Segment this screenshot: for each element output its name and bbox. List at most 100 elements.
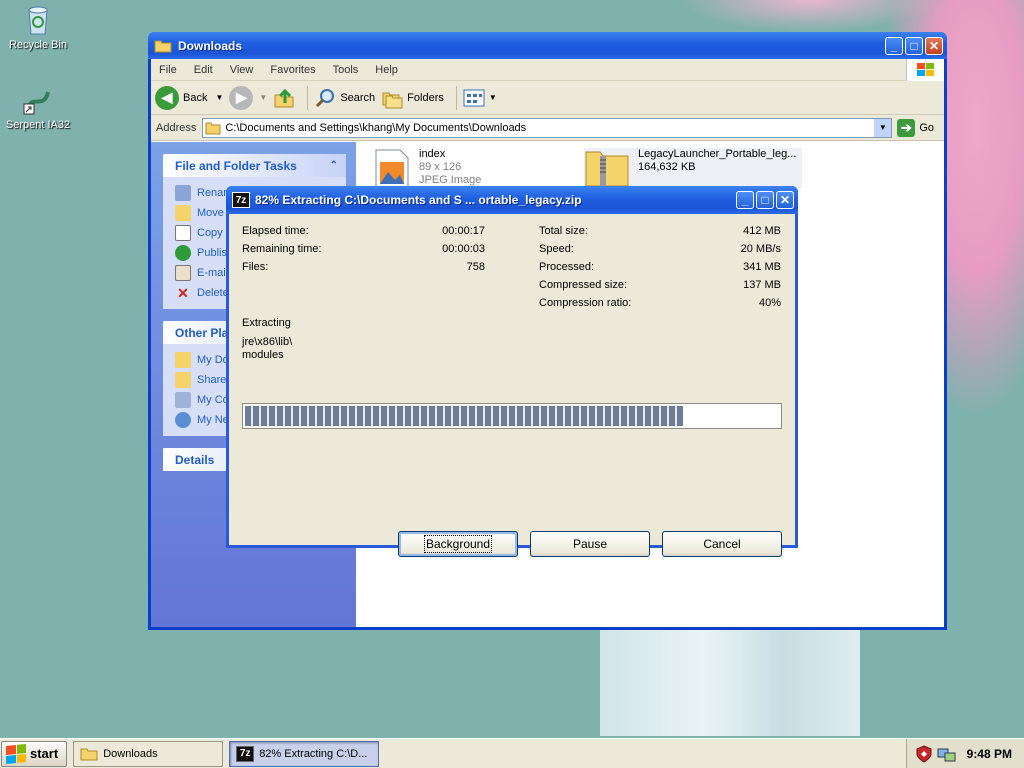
zip-folder-icon [585, 151, 629, 187]
close-button[interactable]: ✕ [925, 37, 943, 55]
windows-logo-icon [906, 59, 944, 81]
place-label: Share [197, 374, 227, 386]
stat-label-elapsed: Elapsed time: [242, 225, 309, 237]
toolbar-separator [455, 85, 457, 110]
stat-value-compressed-size: 137 MB [743, 279, 781, 291]
file-name: LegacyLauncher_Portable_leg... [638, 148, 797, 160]
stat-label-total-size: Total size: [539, 225, 588, 237]
stat-label-compression-ratio: Compression ratio: [539, 297, 632, 309]
current-file-name: modules [242, 349, 284, 361]
maximize-button[interactable]: □ [905, 37, 923, 55]
address-input[interactable]: C:\Documents and Settings\khang\My Docum… [202, 117, 893, 138]
stat-label-processed: Processed: [539, 261, 595, 273]
clock[interactable]: 9:48 PM [967, 747, 1012, 761]
close-button[interactable]: ✕ [776, 191, 794, 209]
panel-title: File and Folder Tasks [175, 158, 297, 173]
serpent-shortcut-icon [22, 84, 54, 116]
stat-label-speed: Speed: [539, 243, 574, 255]
task-label: Move [197, 207, 224, 219]
dialog-title: 82% Extracting C:\Documents and S ... or… [255, 193, 582, 207]
shared-folder-icon [175, 372, 191, 388]
task-label: E-mail [197, 267, 229, 279]
minimize-button[interactable]: _ [885, 37, 903, 55]
my-network-icon [175, 412, 191, 428]
rename-icon [175, 185, 191, 201]
background-button-label: Background [423, 535, 493, 553]
address-dropdown-icon[interactable]: ▼ [874, 118, 892, 137]
pause-button[interactable]: Pause [530, 531, 650, 557]
stat-label-remaining: Remaining time: [242, 243, 322, 255]
menu-help[interactable]: Help [375, 64, 398, 76]
stat-value-compression-ratio: 40% [758, 297, 781, 309]
menu-view[interactable]: View [230, 64, 254, 76]
folders-button[interactable]: Folders [381, 87, 444, 109]
menu-tools[interactable]: Tools [333, 64, 359, 76]
forward-dropdown-icon[interactable]: ▼ [259, 93, 267, 102]
my-computer-icon [175, 392, 191, 408]
up-folder-button[interactable] [273, 87, 295, 109]
background-button[interactable]: Background [398, 531, 518, 557]
desktop-icon-label: Recycle Bin [8, 39, 68, 51]
menu-edit[interactable]: Edit [194, 64, 213, 76]
taskbar: start Downloads 7z 82% Extracting C:\D..… [0, 738, 1024, 768]
move-icon [175, 205, 191, 221]
taskbar-item-downloads[interactable]: Downloads [73, 740, 224, 767]
network-status-icon[interactable] [937, 745, 957, 763]
desktop-icon-serpent[interactable]: Serpent IA32 [0, 84, 76, 131]
up-folder-icon [274, 88, 294, 107]
back-arrow-icon: ◀ [155, 85, 179, 110]
folders-icon [382, 92, 403, 108]
progress-fill [245, 406, 683, 426]
back-label: Back [183, 91, 208, 104]
email-icon [175, 265, 191, 281]
collapse-chevron-icon[interactable]: ⌃ [330, 160, 338, 171]
file-size: 164,632 KB [638, 161, 696, 173]
forward-arrow-icon: ▶ [229, 85, 254, 110]
go-button[interactable]: ➔ Go [897, 118, 934, 137]
task-label: Renar [197, 187, 227, 199]
maximize-button[interactable]: □ [756, 191, 774, 209]
publish-globe-icon [175, 245, 191, 261]
file-folder-tasks-header[interactable]: File and Folder Tasks ⌃ [163, 154, 346, 177]
forward-button[interactable]: ▶ ▼ [229, 85, 267, 110]
menu-bar: File Edit View Favorites Tools Help [151, 59, 944, 81]
task-label: Delete [197, 287, 229, 299]
explorer-titlebar[interactable]: Downloads _ □ ✕ [148, 32, 947, 59]
taskbar-item-extracting[interactable]: 7z 82% Extracting C:\D... [229, 740, 380, 767]
views-dropdown-icon: ▼ [488, 93, 497, 102]
place-label: My Do [197, 354, 229, 366]
file-item[interactable]: LegacyLauncher_Portable_leg... 164,632 K… [584, 148, 803, 188]
place-label: My Co [197, 394, 229, 406]
stat-value-processed: 341 MB [743, 261, 781, 273]
dialog-body: Elapsed time: 00:00:17 Remaining time: 0… [229, 214, 795, 557]
back-button[interactable]: ◀ Back ▼ [155, 85, 223, 110]
taskbar-item-label: Downloads [103, 747, 158, 760]
menu-file[interactable]: File [159, 64, 177, 76]
extraction-progress-bar [242, 403, 782, 429]
desktop-icon-label: Serpent IA32 [5, 119, 71, 131]
desktop-icon-recycle-bin[interactable]: Recycle Bin [0, 4, 76, 51]
address-bar: Address C:\Documents and Settings\khang\… [151, 115, 944, 141]
my-documents-icon [175, 352, 191, 368]
cancel-button[interactable]: Cancel [662, 531, 782, 557]
taskbar-item-label: 82% Extracting C:\D... [259, 747, 368, 760]
task-label: Copy [197, 227, 223, 239]
back-dropdown-icon[interactable]: ▼ [215, 93, 223, 102]
views-button[interactable]: ▼ [463, 88, 497, 108]
security-shield-icon[interactable] [915, 744, 933, 763]
start-button[interactable]: start [1, 740, 68, 767]
wallpaper-decoration-top [680, 0, 940, 32]
folder-icon [154, 40, 172, 52]
standard-toolbar: ◀ Back ▼ ▶ ▼ Search Folders ▼ [151, 81, 944, 115]
copy-icon [175, 225, 191, 241]
menu-favorites[interactable]: Favorites [270, 64, 315, 76]
extracting-label: Extracting [242, 317, 291, 329]
folders-label: Folders [407, 91, 444, 104]
stat-label-files: Files: [242, 261, 269, 273]
recycle-bin-icon [22, 4, 54, 36]
delete-x-icon: ✕ [177, 285, 189, 301]
dialog-titlebar[interactable]: 7z 82% Extracting C:\Documents and S ...… [226, 186, 798, 214]
search-button[interactable]: Search [314, 87, 375, 109]
minimize-button[interactable]: _ [736, 191, 754, 209]
windows-flag-icon [6, 743, 26, 764]
